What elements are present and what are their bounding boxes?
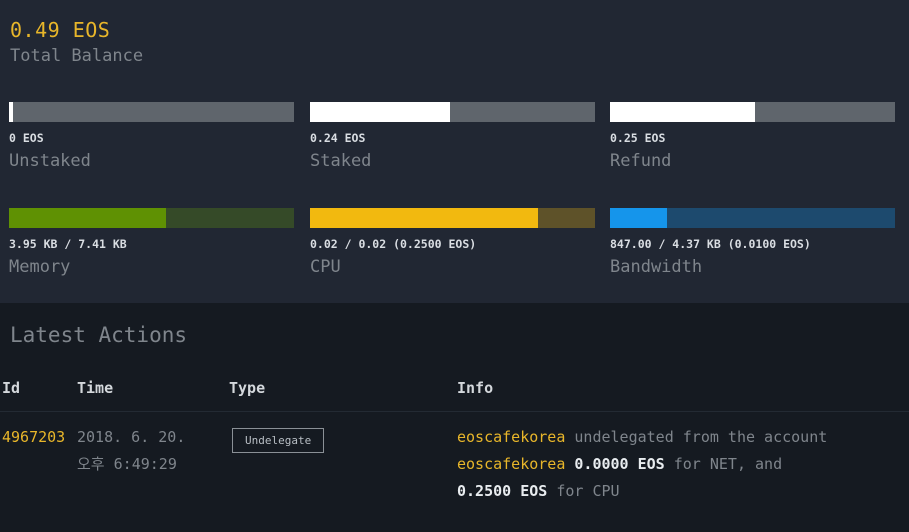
unstaked-value: 0 EOS — [9, 131, 44, 145]
total-balance-label: Total Balance — [10, 46, 144, 66]
refund-value: 0.25 EOS — [610, 131, 666, 145]
cpu-stat: 0.02 / 0.02 (0.2500 EOS) CPU — [310, 208, 595, 277]
unstaked-stat: 0 EOS Unstaked — [9, 102, 294, 171]
column-header-info: Info — [457, 379, 494, 397]
memory-bar — [9, 208, 294, 228]
staked-value: 0.24 EOS — [310, 131, 366, 145]
refund-stat: 0.25 EOS Refund — [610, 102, 895, 171]
memory-value: 3.95 KB / 7.41 KB — [9, 237, 127, 251]
column-header-time: Time — [77, 379, 114, 397]
memory-stat: 3.95 KB / 7.41 KB Memory — [9, 208, 294, 277]
total-balance-value: 0.49 EOS — [10, 18, 111, 42]
info-text: undelegated from the account — [565, 428, 828, 446]
latest-actions-title: Latest Actions — [10, 323, 188, 347]
cpu-value: 0.02 / 0.02 (0.2500 EOS) — [310, 237, 477, 251]
action-info: eoscafekorea undelegated from the accoun… — [457, 424, 907, 505]
table-divider — [0, 411, 909, 412]
bandwidth-stat: 847.00 / 4.37 KB (0.0100 EOS) Bandwidth — [610, 208, 895, 277]
bandwidth-value: 847.00 / 4.37 KB (0.0100 EOS) — [610, 237, 811, 251]
refund-label: Refund — [610, 151, 672, 171]
unstaked-label: Unstaked — [9, 151, 91, 171]
action-time: 2018. 6. 20. 오후 6:49:29 — [77, 424, 185, 478]
account-link[interactable]: eoscafekorea — [457, 428, 565, 446]
refund-bar — [610, 102, 895, 122]
account-summary-panel: 0.49 EOS Total Balance 0 EOS Unstaked 0.… — [0, 0, 909, 303]
cpu-bar — [310, 208, 595, 228]
action-type-badge[interactable]: Undelegate — [232, 428, 325, 453]
memory-label: Memory — [9, 257, 71, 277]
column-header-type: Type — [229, 379, 266, 397]
unstaked-bar — [9, 102, 294, 122]
staked-stat: 0.24 EOS Staked — [310, 102, 595, 171]
staked-bar — [310, 102, 595, 122]
bandwidth-label: Bandwidth — [610, 257, 703, 277]
net-amount: 0.0000 EOS — [574, 455, 665, 473]
column-header-id: Id — [2, 379, 21, 397]
action-id-link[interactable]: 4967203 — [2, 424, 65, 451]
account-link[interactable]: eoscafekorea — [457, 455, 565, 473]
staked-label: Staked — [310, 151, 372, 171]
action-clock-time: 오후 6:49:29 — [77, 455, 177, 473]
info-text: for CPU — [547, 482, 620, 500]
action-date: 2018. 6. 20. — [77, 428, 186, 446]
latest-actions-section: Latest Actions Id Time Type Info 4967203… — [0, 303, 909, 532]
cpu-label: CPU — [310, 257, 341, 277]
bandwidth-bar — [610, 208, 895, 228]
info-text: for NET, and — [664, 455, 783, 473]
cpu-amount: 0.2500 EOS — [457, 482, 548, 500]
